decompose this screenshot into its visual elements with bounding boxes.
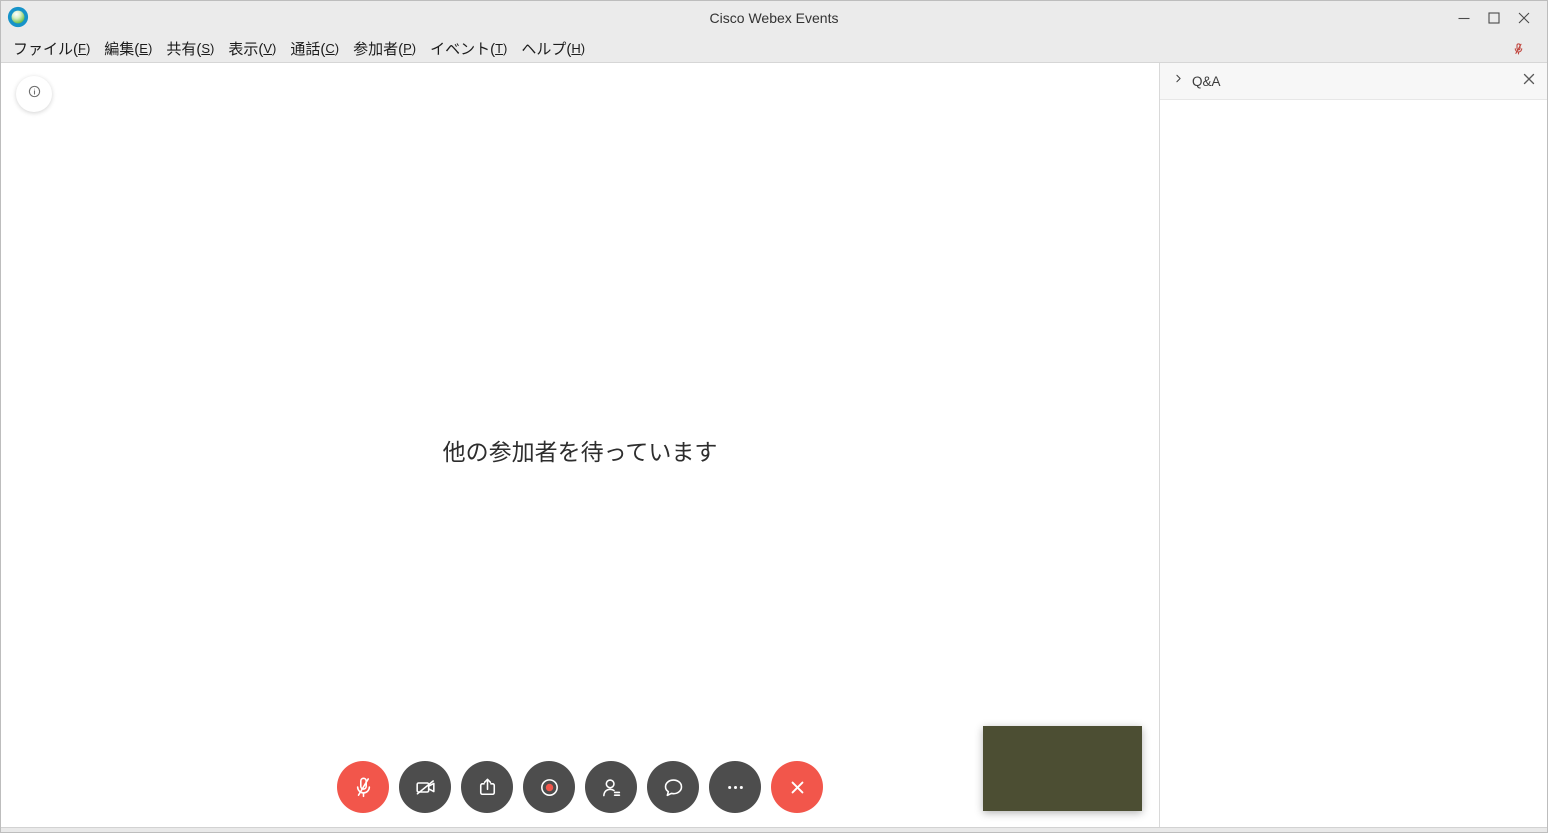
chevron-right-icon — [1172, 72, 1185, 90]
window-controls — [1449, 1, 1539, 34]
close-icon — [1523, 72, 1535, 90]
webex-logo-icon — [7, 6, 29, 28]
chat-button[interactable] — [647, 761, 699, 813]
chat-icon — [660, 774, 687, 801]
info-icon — [26, 83, 43, 105]
menu-help[interactable]: ヘルプ(H) — [514, 34, 592, 62]
meeting-info-button[interactable] — [16, 76, 52, 112]
more-button[interactable] — [709, 761, 761, 813]
waiting-message: 他の参加者を待っています — [1, 433, 1159, 467]
qa-panel: Q&A — [1160, 63, 1548, 827]
qa-close-button[interactable] — [1523, 72, 1535, 90]
minimize-button[interactable] — [1449, 1, 1479, 34]
close-window-button[interactable] — [1509, 1, 1539, 34]
main-stage: 他の参加者を待っています — [1, 63, 1159, 827]
record-icon — [536, 774, 563, 801]
mute-button[interactable] — [337, 761, 389, 813]
record-button[interactable] — [523, 761, 575, 813]
close-icon — [784, 774, 811, 801]
window-bottom-edge — [1, 827, 1547, 833]
camera-off-icon — [412, 774, 439, 801]
webex-events-window: Cisco Webex Events ファイル(F) 編集(E) 共有(S) 表… — [0, 0, 1548, 833]
titlebar: Cisco Webex Events — [1, 1, 1547, 34]
menu-participant[interactable]: 参加者(P) — [346, 34, 423, 62]
self-video-preview — [983, 726, 1142, 811]
share-content-icon — [474, 774, 501, 801]
participants-button[interactable] — [585, 761, 637, 813]
microphone-muted-icon — [1511, 34, 1526, 63]
share-button[interactable] — [461, 761, 513, 813]
qa-panel-title: Q&A — [1192, 74, 1523, 89]
menu-share[interactable]: 共有(S) — [159, 34, 221, 62]
menu-file[interactable]: ファイル(F) — [6, 34, 97, 62]
leave-button[interactable] — [771, 761, 823, 813]
menu-event[interactable]: イベント(T) — [423, 34, 514, 62]
menu-call[interactable]: 通話(C) — [283, 34, 346, 62]
maximize-button[interactable] — [1479, 1, 1509, 34]
qa-collapse-button[interactable] — [1172, 72, 1185, 90]
window-title: Cisco Webex Events — [1, 1, 1547, 34]
menu-view[interactable]: 表示(V) — [221, 34, 283, 62]
qa-panel-header: Q&A — [1160, 63, 1548, 100]
microphone-muted-icon — [350, 774, 377, 801]
menu-edit[interactable]: 編集(E) — [97, 34, 159, 62]
video-button[interactable] — [399, 761, 451, 813]
more-options-icon — [722, 774, 749, 801]
participants-icon — [598, 774, 625, 801]
menubar: ファイル(F) 編集(E) 共有(S) 表示(V) 通話(C) 参加者(P) イ… — [1, 34, 1547, 63]
